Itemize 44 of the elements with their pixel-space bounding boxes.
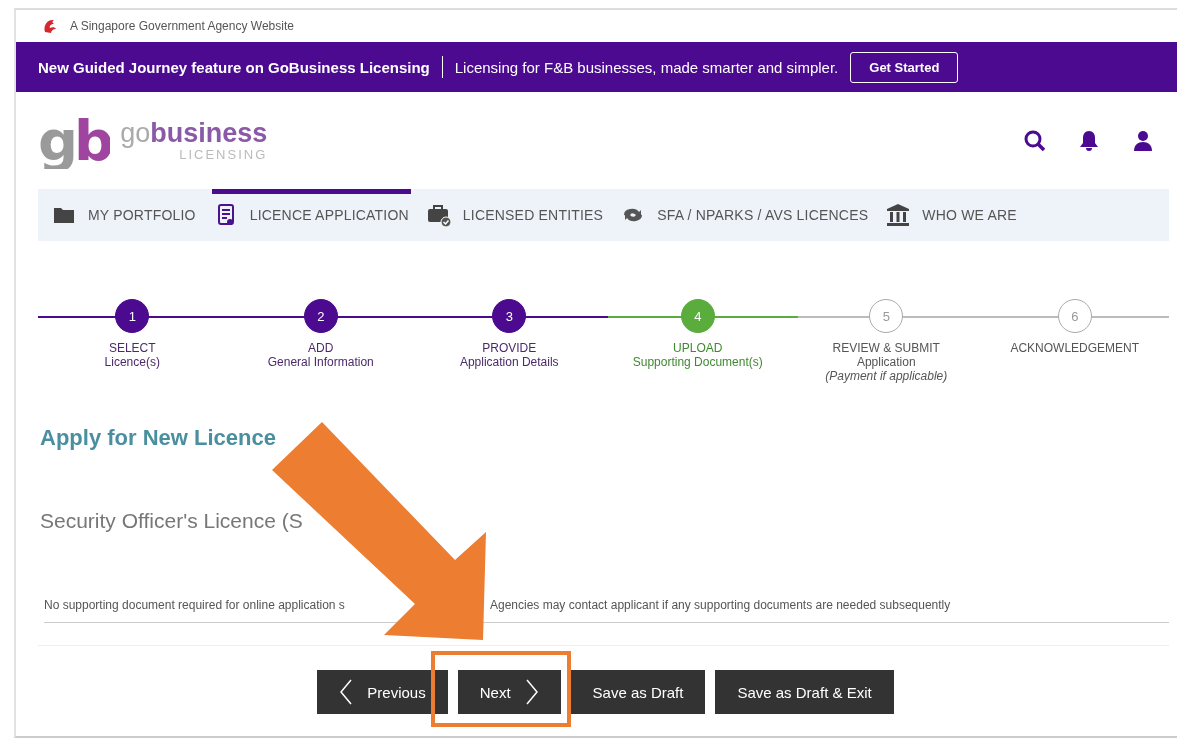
- announcement-title: New Guided Journey feature on GoBusiness Licensing: [38, 58, 430, 76]
- step-title: ACKNOWLEDGEMENT: [1010, 341, 1140, 355]
- bell-icon[interactable]: [1077, 128, 1101, 153]
- step-circle: 5: [869, 299, 904, 333]
- step-circle: 6: [1057, 299, 1092, 333]
- search-icon[interactable]: [1023, 128, 1047, 153]
- step-circle: 4: [680, 299, 715, 333]
- step-title: UPLOAD: [673, 341, 723, 355]
- previous-button[interactable]: Previous: [317, 670, 448, 714]
- step-note: (Payment if applicable): [825, 369, 948, 383]
- step-title: REVIEW & SUBMIT: [832, 341, 940, 355]
- nav-tab[interactable]: LICENSED ENTITIES: [424, 189, 606, 241]
- announcement-message: Licensing for F&B businesses, made smarter and simpler.: [454, 58, 839, 76]
- nav-tab[interactable]: SFA / NPARKS / AVS LICENCES: [619, 189, 871, 241]
- next-button[interactable]: Next: [457, 670, 561, 714]
- step-title: PROVIDE: [482, 341, 537, 355]
- step-circle: 2: [303, 299, 338, 333]
- nav-tab[interactable]: MY PORTFOLIO: [50, 189, 198, 241]
- nav-tab[interactable]: WHO WE ARE: [884, 189, 1019, 241]
- licence-name: Security Officer's Licence (S: [40, 509, 304, 533]
- step-title: SELECT: [108, 341, 156, 355]
- step-subtitle: Application: [856, 355, 916, 369]
- chevron-right-icon: [524, 679, 539, 705]
- brand-subtitle: LICENSING: [179, 146, 268, 162]
- step-subtitle: Application Details: [459, 355, 559, 369]
- step-title: ADD: [308, 341, 334, 355]
- step-subtitle: General Information: [267, 355, 374, 369]
- briefcase-icon: [426, 203, 451, 227]
- bank-building-icon: [886, 203, 911, 227]
- info-text: Agencies may contact applicant if any supporting documents are needed subsequently: [490, 598, 951, 612]
- user-icon[interactable]: [1131, 128, 1155, 153]
- chevron-left-icon: [339, 679, 354, 705]
- info-text: No supporting document required for online application s: [44, 598, 346, 612]
- save-button[interactable]: Save as Draft & Exit: [715, 670, 894, 714]
- get-started-button[interactable]: Get Started: [850, 51, 959, 83]
- step-subtitle: Supporting Document(s): [632, 355, 763, 369]
- step-circle: 3: [492, 299, 527, 333]
- save-button[interactable]: Save as Draft: [570, 670, 706, 714]
- brand-name[interactable]: gobusiness: [120, 119, 268, 147]
- gov-agency-text: A Singapore Government Agency Website: [70, 19, 294, 33]
- step-circle: 1: [115, 299, 150, 333]
- step-subtitle: Licence(s): [104, 355, 160, 369]
- nav-tab[interactable]: LICENCE APPLICATION: [211, 189, 411, 241]
- page-title: Apply for New Licence: [40, 425, 277, 451]
